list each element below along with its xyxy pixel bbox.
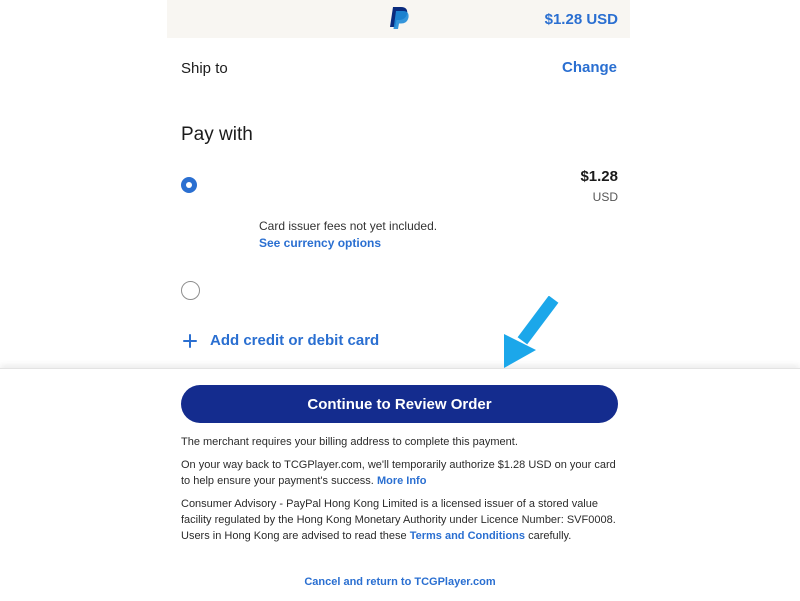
payment-option-radio-unselected[interactable]: [181, 281, 200, 300]
cancel-return-link[interactable]: Cancel and return to TCGPlayer.com: [0, 576, 800, 588]
add-card-label: Add credit or debit card: [210, 332, 380, 349]
billing-note: The merchant requires your billing addre…: [181, 436, 518, 448]
plus-icon: [183, 333, 197, 348]
ship-to-label: Ship to: [181, 60, 228, 77]
header-amount: $1.28 USD: [544, 11, 618, 28]
payment-option-currency: USD: [592, 190, 618, 204]
card-fee-note: Card issuer fees not yet included.: [259, 219, 438, 233]
pay-with-heading: Pay with: [181, 124, 253, 145]
continue-review-button[interactable]: Continue to Review Order: [181, 385, 618, 423]
currency-options-link[interactable]: See currency options: [259, 236, 381, 250]
paypal-logo-icon: [390, 7, 409, 29]
authorize-note: On your way back to TCGPlayer.com, we'll…: [181, 457, 621, 489]
payment-option-radio-selected[interactable]: [181, 177, 197, 193]
change-shipping-link[interactable]: Change: [562, 59, 617, 76]
terms-link[interactable]: Terms and Conditions: [410, 530, 525, 542]
more-info-link[interactable]: More Info: [377, 475, 427, 487]
header-bar: $1.28 USD: [167, 0, 630, 38]
advisory-suffix: carefully.: [528, 530, 572, 542]
arrow-pointer-icon: [504, 296, 559, 368]
consumer-advisory: Consumer Advisory - PayPal Hong Kong Lim…: [181, 496, 621, 544]
add-card-button[interactable]: Add credit or debit card: [182, 332, 379, 349]
payment-option-amount: $1.28: [580, 168, 618, 185]
